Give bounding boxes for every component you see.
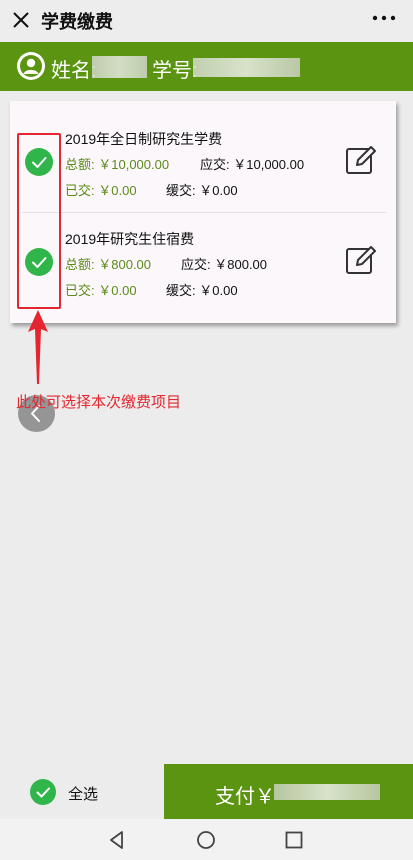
fee-deferred: 缓交: ￥0.00 xyxy=(166,280,238,299)
deferred-value: ￥0.00 xyxy=(199,183,238,198)
due-label: 应交: xyxy=(200,157,230,172)
check-circle-icon[interactable] xyxy=(30,779,56,805)
fee-total-row: 总额: ￥10,000.00 xyxy=(65,154,169,173)
total-label: 总额: xyxy=(65,257,95,272)
fee-deferred: 缓交: ￥0.00 xyxy=(166,180,238,199)
fee-total-row: 总额: ￥800.00 xyxy=(65,254,151,273)
page-title: 学费缴费 xyxy=(41,12,113,32)
total-value: ￥10,000.00 xyxy=(98,157,170,172)
bottom-action-bar: 全选 支付￥ xyxy=(0,764,413,819)
pay-label: 支付￥ xyxy=(215,786,275,808)
due-label: 应交: xyxy=(181,257,211,272)
pay-button[interactable]: 支付￥ xyxy=(164,764,413,819)
back-triangle-icon[interactable] xyxy=(106,829,128,851)
due-value: ￥800.00 xyxy=(214,257,268,272)
select-all-label: 全选 xyxy=(68,786,99,803)
fee-item: 2019年全日制研究生学费 总额: ￥10,000.00 应交: ￥10,000… xyxy=(10,113,396,213)
top-nav-bar: 学费缴费 xyxy=(0,0,413,42)
total-label: 总额: xyxy=(65,157,95,172)
student-info-bar: 姓名: 学号: xyxy=(0,42,413,91)
annotation-highlight-box xyxy=(17,133,61,309)
home-circle-icon[interactable] xyxy=(195,829,217,851)
student-id-redaction xyxy=(193,58,300,77)
student-name-label: 姓名: xyxy=(51,60,97,82)
deferred-label: 缓交: xyxy=(166,183,196,198)
recents-square-icon[interactable] xyxy=(283,829,305,851)
close-icon[interactable] xyxy=(7,6,35,34)
deferred-value: ￥0.00 xyxy=(199,283,238,298)
deferred-label: 缓交: xyxy=(166,283,196,298)
more-icon[interactable] xyxy=(369,8,399,28)
fee-due: 应交: ￥10,000.00 xyxy=(200,154,304,173)
fee-item: 2019年研究生住宿费 总额: ￥800.00 应交: ￥800.00 已交: … xyxy=(10,213,396,313)
paid-value: ￥0.00 xyxy=(98,183,137,198)
fee-name: 2019年全日制研究生学费 xyxy=(65,131,223,147)
annotation-text: 此处可选择本次缴费项目 xyxy=(16,394,182,411)
fee-paid-row: 已交: ￥0.00 xyxy=(65,180,137,199)
edit-icon[interactable] xyxy=(344,144,378,176)
total-value: ￥800.00 xyxy=(98,257,152,272)
paid-label: 已交: xyxy=(65,183,95,198)
name-redaction xyxy=(92,56,147,78)
fee-due: 应交: ￥800.00 xyxy=(181,254,267,273)
edit-icon[interactable] xyxy=(344,244,378,276)
pay-amount-redaction xyxy=(274,784,380,800)
select-all-toggle[interactable]: 全选 xyxy=(0,764,164,819)
user-avatar-icon xyxy=(17,52,45,80)
annotation-arrow-icon xyxy=(26,310,50,384)
paid-value: ￥0.00 xyxy=(98,283,137,298)
fee-list-card: 2019年全日制研究生学费 总额: ￥10,000.00 应交: ￥10,000… xyxy=(10,101,396,323)
fee-paid-row: 已交: ￥0.00 xyxy=(65,280,137,299)
system-nav-bar xyxy=(0,819,413,860)
fee-name: 2019年研究生住宿费 xyxy=(65,231,195,247)
student-id-label: 学号: xyxy=(152,60,198,82)
due-value: ￥10,000.00 xyxy=(233,157,305,172)
paid-label: 已交: xyxy=(65,283,95,298)
